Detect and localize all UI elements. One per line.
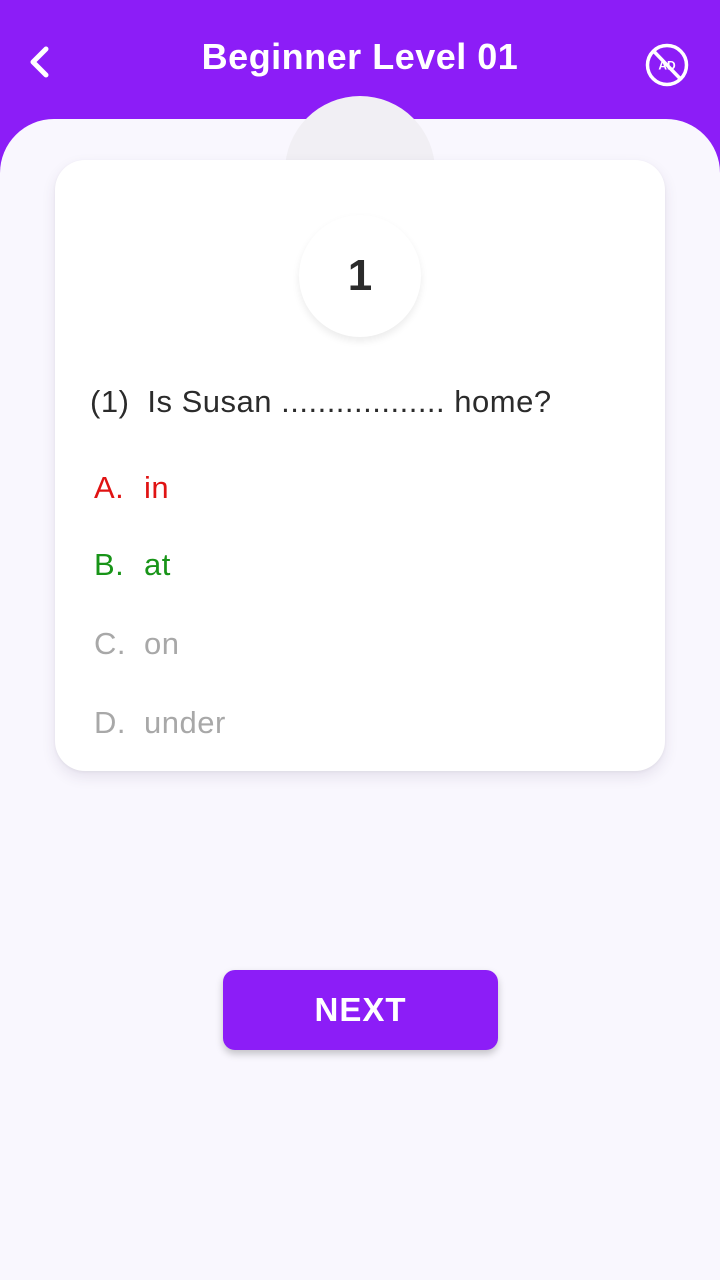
option-text: at	[144, 547, 171, 582]
no-ads-icon: AD	[645, 43, 689, 87]
question-badge: 1	[299, 215, 421, 337]
question-text: Is Susan .................. home?	[147, 384, 552, 419]
option-letter: A.	[94, 470, 125, 505]
page-title: Beginner Level 01	[201, 36, 519, 77]
option-text: in	[144, 470, 170, 505]
option-letter: C.	[94, 626, 126, 661]
option-b[interactable]: B. at	[94, 547, 171, 583]
option-letter: D.	[94, 705, 126, 740]
option-d[interactable]: D. under	[94, 705, 226, 741]
option-letter: B.	[94, 547, 125, 582]
question-text-row: (1) Is Susan .................. home?	[90, 384, 552, 420]
next-button[interactable]: NEXT	[223, 970, 498, 1050]
option-a[interactable]: A. in	[94, 470, 169, 506]
option-c[interactable]: C. on	[94, 626, 179, 662]
question-number: (1)	[90, 384, 130, 419]
no-ads-icon-text: AD	[658, 59, 676, 73]
option-text: on	[144, 626, 180, 661]
option-text: under	[144, 705, 226, 740]
remove-ads-button[interactable]: AD	[644, 42, 690, 88]
